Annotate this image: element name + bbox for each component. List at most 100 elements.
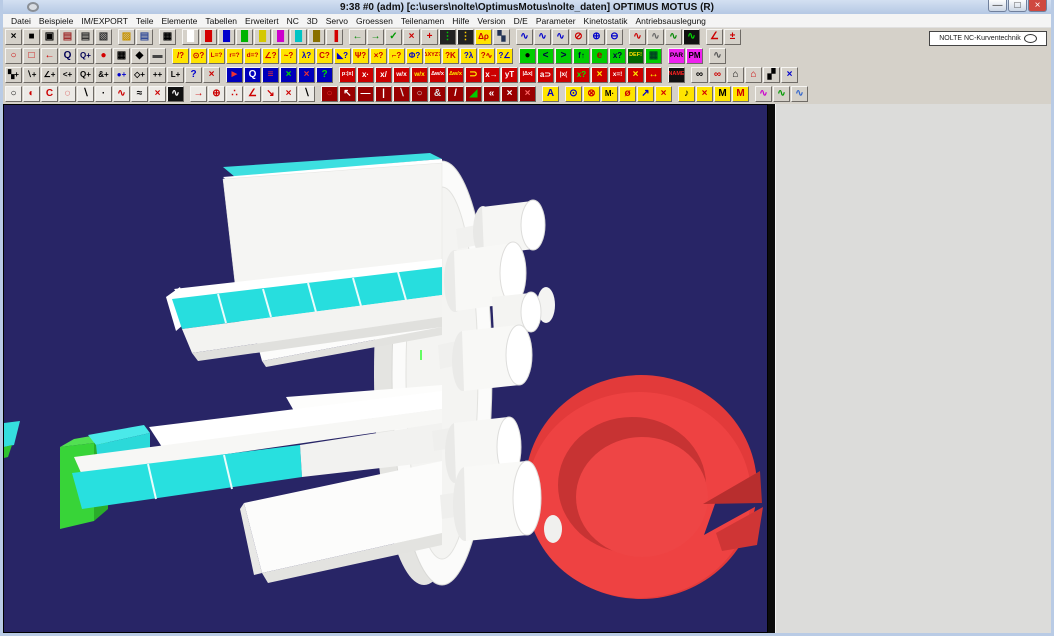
- menu-parameter[interactable]: Parameter: [532, 16, 580, 26]
- disc-add-icon[interactable]: ●+: [113, 67, 130, 83]
- fan-icon[interactable]: ◆: [131, 48, 148, 64]
- abs-dx-icon[interactable]: |Δx|: [519, 67, 536, 83]
- pie-icon[interactable]: ◐: [23, 86, 40, 102]
- cross-add-icon[interactable]: ++: [149, 67, 166, 83]
- weight-icon[interactable]: ⌂: [727, 67, 744, 83]
- cam-points-icon[interactable]: ∿: [113, 86, 130, 102]
- mark-dot-icon[interactable]: ●: [95, 48, 112, 64]
- menu-beispiele[interactable]: Beispiele: [35, 16, 78, 26]
- turn-query-icon[interactable]: ⌐?: [388, 48, 405, 64]
- nav-zoom-icon[interactable]: Q: [244, 67, 261, 83]
- layer-yellow-icon[interactable]: █: [254, 29, 271, 45]
- cam-zoom-out-icon[interactable]: ⊖: [606, 29, 623, 45]
- menu-tabellen[interactable]: Tabellen: [201, 16, 241, 26]
- poly-add-icon[interactable]: ◇+: [131, 67, 148, 83]
- layer-cyan-icon[interactable]: █: [290, 29, 307, 45]
- loop-icon[interactable]: ⊃: [465, 67, 482, 83]
- menu-servo[interactable]: Servo: [322, 16, 352, 26]
- block-add-icon[interactable]: ▚+: [5, 67, 22, 83]
- menu-erweitert[interactable]: Erweitert: [241, 16, 283, 26]
- waves-blue-icon[interactable]: ∿: [791, 86, 808, 102]
- machine-icon[interactable]: M: [714, 86, 731, 102]
- gear-pair-icon[interactable]: ∞: [691, 67, 708, 83]
- polyline-add-icon[interactable]: ∠+: [41, 67, 58, 83]
- menu-version[interactable]: Version: [473, 16, 509, 26]
- points-line-icon[interactable]: ∴: [226, 86, 243, 102]
- delta-rho-icon[interactable]: Δρ: [475, 29, 492, 45]
- angle-query-icon[interactable]: ∠?: [262, 48, 279, 64]
- layer-red-icon[interactable]: █: [200, 29, 217, 45]
- x-paren-icon[interactable]: |x(: [555, 67, 572, 83]
- cam-delete-icon[interactable]: ⊘: [570, 29, 587, 45]
- angle-red-icon[interactable]: ∠: [244, 86, 261, 102]
- menu-hilfe[interactable]: Hilfe: [448, 16, 473, 26]
- menu-teile[interactable]: Teile: [132, 16, 157, 26]
- layer-white-icon[interactable]: █: [182, 29, 199, 45]
- cam-misc-icon[interactable]: ∿: [709, 48, 726, 64]
- k-query-icon[interactable]: ?K: [442, 48, 459, 64]
- x-small-icon[interactable]: ×: [280, 86, 297, 102]
- menu-3d[interactable]: 3D: [303, 16, 322, 26]
- radius-query-icon[interactable]: r=?: [226, 48, 243, 64]
- cancel-icon[interactable]: ×: [403, 29, 420, 45]
- swap-icon[interactable]: ↔: [645, 67, 662, 83]
- diagram-icon[interactable]: ∿: [647, 29, 664, 45]
- traffic-light-icon[interactable]: ⋮: [439, 29, 456, 45]
- letter-a-icon[interactable]: A: [542, 86, 559, 102]
- cam-contour-icon[interactable]: ∿: [534, 29, 551, 45]
- x-blue-icon[interactable]: ×: [781, 67, 798, 83]
- line-add-icon[interactable]: ∖+: [23, 67, 40, 83]
- ref-icon[interactable]: e: [591, 48, 608, 64]
- calculator-icon[interactable]: ▦: [159, 29, 176, 45]
- menu-kinetostatik[interactable]: Kinetostatik: [580, 16, 632, 26]
- weight-delete-icon[interactable]: ⌂: [745, 67, 762, 83]
- select-circle-icon[interactable]: ○: [5, 48, 22, 64]
- step-forward-icon[interactable]: →: [367, 29, 384, 45]
- strike-icon[interactable]: ø: [619, 86, 636, 102]
- ring-icon[interactable]: ○: [321, 86, 338, 102]
- x-slash-icon[interactable]: x/: [375, 67, 392, 83]
- nav-x-red-icon[interactable]: ×: [298, 67, 315, 83]
- length-query-icon[interactable]: L=?: [208, 48, 225, 64]
- a-loop-icon[interactable]: a⊃: [537, 67, 554, 83]
- x-yellow2-icon[interactable]: ×: [627, 67, 644, 83]
- zoom-in-icon[interactable]: Q+: [77, 48, 94, 64]
- vector-add-icon[interactable]: <+: [59, 67, 76, 83]
- plot-query-icon[interactable]: ?∿: [478, 48, 495, 64]
- circle-icon[interactable]: ○: [5, 86, 22, 102]
- x-yellow-icon[interactable]: ×: [591, 67, 608, 83]
- machine-delete-icon[interactable]: M: [732, 86, 749, 102]
- repair-icon[interactable]: +: [421, 29, 438, 45]
- zoom-add-icon[interactable]: Q+: [77, 67, 94, 83]
- x-dot-icon[interactable]: x·: [357, 67, 374, 83]
- diagram-run-icon[interactable]: ∿: [665, 29, 682, 45]
- minimize-button[interactable]: —: [988, 0, 1007, 12]
- dw-dx-icon[interactable]: Δw/x: [429, 67, 446, 83]
- kin-query-icon[interactable]: λ?: [298, 48, 315, 64]
- note-icon[interactable]: ♪: [678, 86, 695, 102]
- step-back-icon[interactable]: ←: [349, 29, 366, 45]
- m-circle-icon[interactable]: ⊙: [565, 86, 582, 102]
- ring2-icon[interactable]: ○: [411, 86, 428, 102]
- x-white-icon[interactable]: ×: [501, 86, 518, 102]
- line-seg-icon[interactable]: ∖: [77, 86, 94, 102]
- layer-green-icon[interactable]: █: [236, 29, 253, 45]
- figure-query-icon[interactable]: Ψ?: [352, 48, 369, 64]
- close-drawing-icon[interactable]: ×: [5, 29, 22, 45]
- confirm-icon[interactable]: ✓: [385, 29, 402, 45]
- pair-query-icon[interactable]: ?λ: [460, 48, 477, 64]
- green-dot-icon[interactable]: ●: [519, 48, 536, 64]
- viewport-3d[interactable]: [3, 104, 768, 633]
- layer-magenta-icon[interactable]: █: [272, 29, 289, 45]
- link-icon[interactable]: —: [357, 86, 374, 102]
- menu-datei[interactable]: Datei: [7, 16, 35, 26]
- x-to-icon[interactable]: x→: [483, 67, 500, 83]
- delete-red-icon[interactable]: ×: [149, 86, 166, 102]
- curve-red-icon[interactable]: ∿: [629, 29, 646, 45]
- block-list-icon[interactable]: ▚: [493, 29, 510, 45]
- menu-groessen[interactable]: Groessen: [352, 16, 397, 26]
- pen-query-icon[interactable]: /?: [172, 48, 189, 64]
- cross-arrows-icon[interactable]: ⊕: [208, 86, 225, 102]
- pm-icon[interactable]: PM: [686, 48, 703, 64]
- zoom-icon[interactable]: Q: [59, 48, 76, 64]
